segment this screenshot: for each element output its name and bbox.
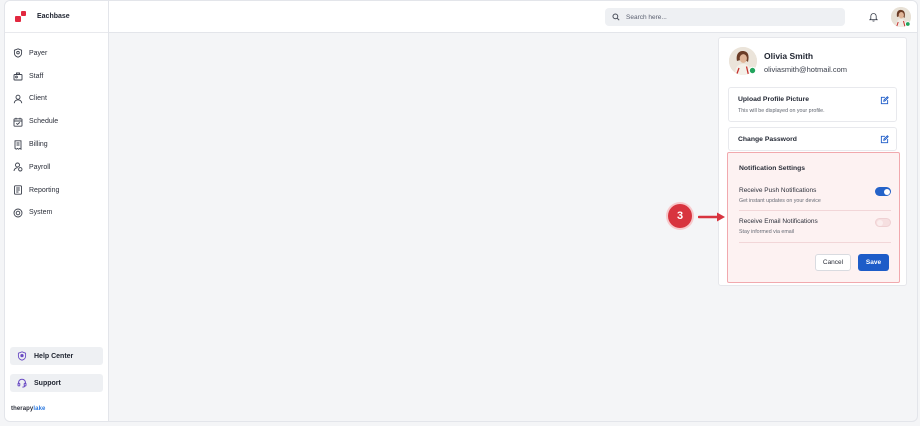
staff-icon <box>13 71 23 81</box>
profile-header: Olivia Smith oliviasmith@hotmail.com <box>729 47 899 77</box>
profile-name: Olivia Smith <box>764 51 814 61</box>
support-button[interactable]: Support <box>10 374 103 392</box>
divider <box>739 210 891 211</box>
payroll-icon <box>13 162 23 172</box>
email-notifications-label: Receive Email Notifications <box>739 218 818 225</box>
user-avatar-button[interactable] <box>891 7 911 27</box>
brand-logo-icon <box>15 10 27 23</box>
sidebar-item-label: Staff <box>29 72 44 80</box>
upload-subtitle: This will be displayed on your profile. <box>738 108 825 114</box>
help-icon <box>17 351 27 361</box>
profile-panel: Olivia Smith oliviasmith@hotmail.com Upl… <box>718 37 907 286</box>
sidebar-item-reporting[interactable]: Reporting <box>5 179 108 202</box>
sidebar: Eachbase Payer Staff Client Schedule Bil… <box>5 1 109 421</box>
app-window: Eachbase Payer Staff Client Schedule Bil… <box>4 0 918 422</box>
report-icon <box>13 185 23 195</box>
top-bar: Search here... <box>109 1 917 33</box>
upload-title: Upload Profile Picture <box>738 96 810 103</box>
sidebar-item-payroll[interactable]: Payroll <box>5 156 108 179</box>
sidebar-nav: Payer Staff Client Schedule Billing Payr… <box>5 33 108 224</box>
brand[interactable]: Eachbase <box>5 1 108 33</box>
bell-icon[interactable] <box>869 12 878 22</box>
footer-logo-part2: lake <box>33 406 46 412</box>
cancel-button[interactable]: Cancel <box>815 254 851 271</box>
sidebar-item-label: Payroll <box>29 163 51 171</box>
sidebar-item-system[interactable]: System <box>5 202 108 225</box>
notification-settings-title: Notification Settings <box>739 165 806 172</box>
support-label: Support <box>34 379 61 387</box>
sidebar-item-schedule[interactable]: Schedule <box>5 110 108 133</box>
shield-icon <box>13 48 23 59</box>
footer-logo-part1: therapy <box>11 406 34 412</box>
divider <box>739 242 891 243</box>
email-notifications-toggle[interactable] <box>875 218 891 227</box>
change-password-title: Change Password <box>738 136 797 143</box>
profile-email: oliviasmith@hotmail.com <box>764 65 848 74</box>
search-placeholder: Search here... <box>626 13 667 21</box>
sidebar-item-label: Billing <box>29 141 48 149</box>
save-button[interactable]: Save <box>858 254 889 271</box>
billing-icon <box>13 139 23 150</box>
sidebar-item-staff[interactable]: Staff <box>5 65 108 88</box>
system-icon <box>13 208 23 218</box>
email-notifications-subtitle: Stay informed via email <box>739 229 795 235</box>
calendar-icon <box>13 117 23 127</box>
footer-logo: therapylake <box>11 406 45 412</box>
push-notifications-toggle[interactable] <box>875 187 891 196</box>
sidebar-item-billing[interactable]: Billing <box>5 133 108 156</box>
sidebar-item-payer[interactable]: Payer <box>5 42 108 65</box>
sidebar-item-label: Payer <box>29 49 48 57</box>
avatar <box>729 47 757 75</box>
avatar-icon <box>729 47 757 75</box>
change-password-card[interactable]: Change Password <box>728 127 897 151</box>
brand-name: Eachbase <box>37 13 70 20</box>
sidebar-item-label: Reporting <box>29 186 60 194</box>
step-arrow-icon <box>698 212 725 222</box>
sidebar-item-label: System <box>29 209 53 217</box>
edit-icon[interactable] <box>880 96 889 105</box>
help-center-label: Help Center <box>34 352 74 360</box>
notification-settings: Notification Settings Receive Push Notif… <box>727 152 900 283</box>
search-icon <box>612 13 620 21</box>
edit-icon[interactable] <box>880 135 889 144</box>
avatar-icon <box>891 7 911 27</box>
user-icon <box>13 94 23 104</box>
push-notifications-label: Receive Push Notifications <box>739 187 817 194</box>
sidebar-item-label: Client <box>29 95 47 103</box>
upload-profile-picture-card[interactable]: Upload Profile Picture This will be disp… <box>728 87 897 122</box>
sidebar-item-client[interactable]: Client <box>5 88 108 111</box>
help-center-button[interactable]: Help Center <box>10 347 103 365</box>
step-badge: 3 <box>668 204 692 228</box>
push-notifications-subtitle: Get instant updates on your device <box>739 198 821 204</box>
headset-icon <box>17 378 27 388</box>
sidebar-item-label: Schedule <box>29 118 59 126</box>
search-input[interactable]: Search here... <box>605 8 845 26</box>
